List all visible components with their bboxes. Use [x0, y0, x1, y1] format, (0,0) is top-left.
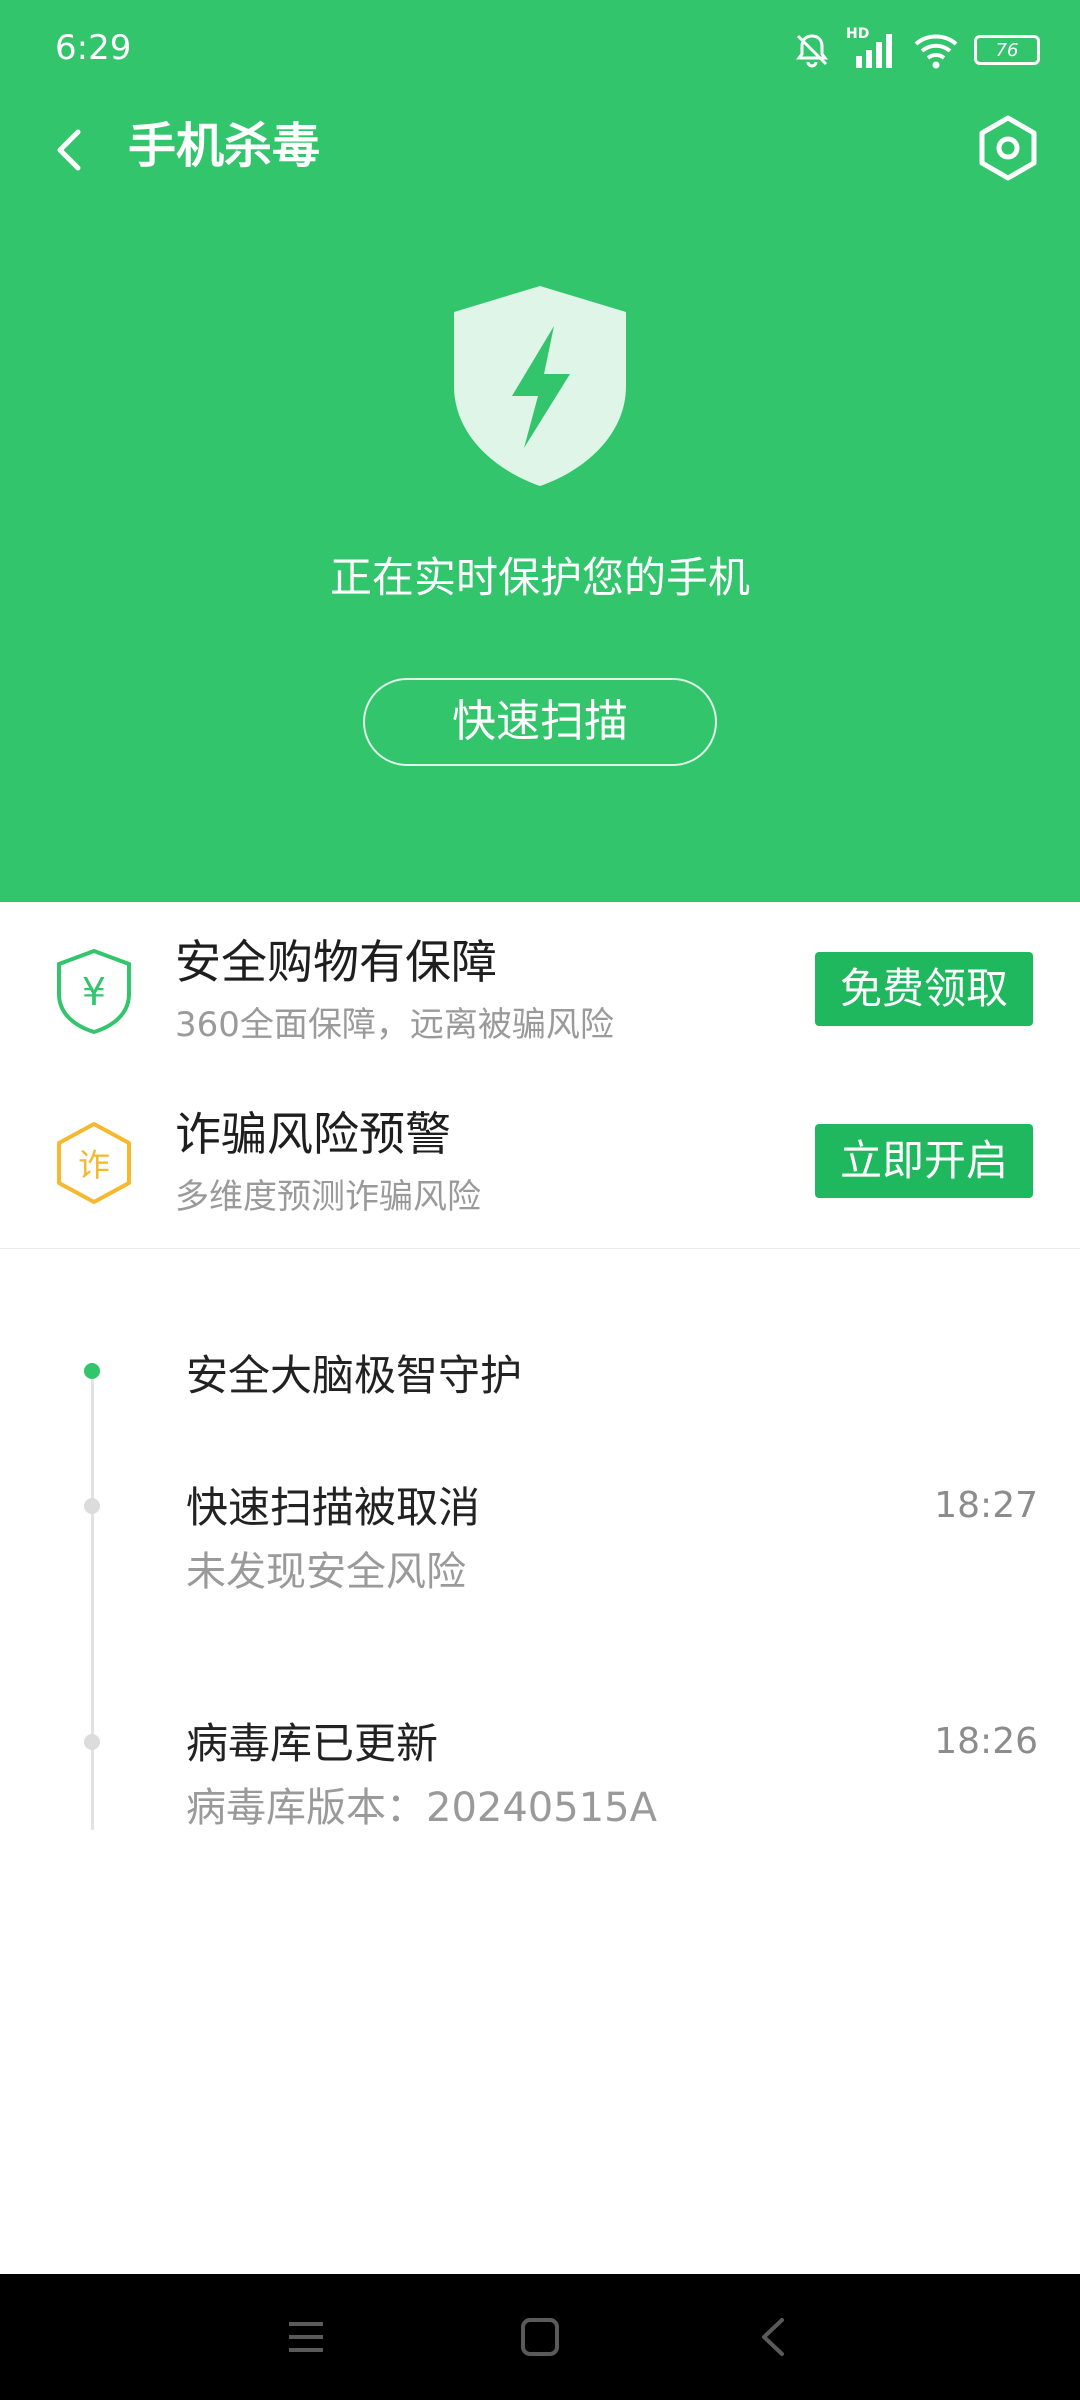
fraud-glyph: 诈 [78, 1146, 110, 1184]
timeline-item-title: 快速扫描被取消 [186, 1483, 481, 1532]
wifi-icon [914, 34, 958, 69]
promo-subtitle: 多维度预测诈骗风险 [175, 1177, 481, 1217]
back-chevron-icon[interactable] [750, 2312, 800, 2362]
battery-icon: 76 [974, 35, 1040, 65]
menu-lines-icon[interactable] [281, 2312, 331, 2362]
hero-header: 6:29 HD 76 手机杀毒 正在实时保护您的手机 快速扫描 [0, 0, 1080, 902]
status-time: 6:29 [55, 28, 132, 68]
yen-shield-icon: ¥ [57, 948, 131, 1034]
home-square-icon[interactable] [515, 2312, 565, 2362]
mute-bell-icon [796, 34, 828, 68]
shield-lightning-icon [454, 286, 626, 486]
promo-fraud-warning[interactable]: 诈 诈骗风险预警 多维度预测诈骗风险 立即开启 [0, 1074, 1080, 1246]
system-nav-bar [0, 2274, 1080, 2400]
timeline-item-title: 安全大脑极智守护 [186, 1351, 523, 1400]
page-title: 手机杀毒 [128, 118, 321, 174]
timeline-dot [84, 1734, 100, 1750]
battery-level: 76 [995, 39, 1019, 61]
promo-title: 安全购物有保障 [175, 935, 497, 989]
timeline-item-title: 病毒库已更新 [186, 1719, 439, 1768]
app-bar: 手机杀毒 [0, 100, 1080, 200]
back-arrow-icon[interactable] [40, 118, 104, 182]
promo-section: ¥ 安全购物有保障 360全面保障，远离被骗风险 免费领取 诈 诈骗风险预警 多… [0, 902, 1080, 1249]
fraud-hexagon-icon: 诈 [57, 1122, 131, 1204]
quick-scan-button[interactable]: 快速扫描 [363, 678, 717, 766]
timeline-dot [84, 1498, 100, 1514]
timeline-dot-active [84, 1363, 100, 1379]
status-icons: HD 76 [792, 26, 1040, 72]
claim-free-button[interactable]: 免费领取 [815, 952, 1033, 1026]
status-bar: 6:29 HD 76 [0, 0, 1080, 100]
timeline-item-time: 18:26 [934, 1721, 1038, 1762]
promo-shopping-protection[interactable]: ¥ 安全购物有保障 360全面保障，远离被骗风险 免费领取 [0, 902, 1080, 1074]
protection-status-text: 正在实时保护您的手机 [329, 553, 750, 602]
signal-icon: HD [846, 26, 898, 70]
timeline-line [91, 1370, 94, 1830]
enable-now-button[interactable]: 立即开启 [815, 1124, 1033, 1198]
yen-glyph: ¥ [82, 970, 106, 1014]
timeline-item-subtitle: 病毒库版本：20240515A [186, 1785, 657, 1831]
promo-title: 诈骗风险预警 [175, 1107, 451, 1161]
timeline-item-time: 18:27 [934, 1485, 1038, 1526]
promo-subtitle: 360全面保障，远离被骗风险 [175, 1005, 614, 1045]
timeline-item-subtitle: 未发现安全风险 [186, 1549, 466, 1595]
settings-hexagon-icon[interactable] [968, 108, 1048, 188]
